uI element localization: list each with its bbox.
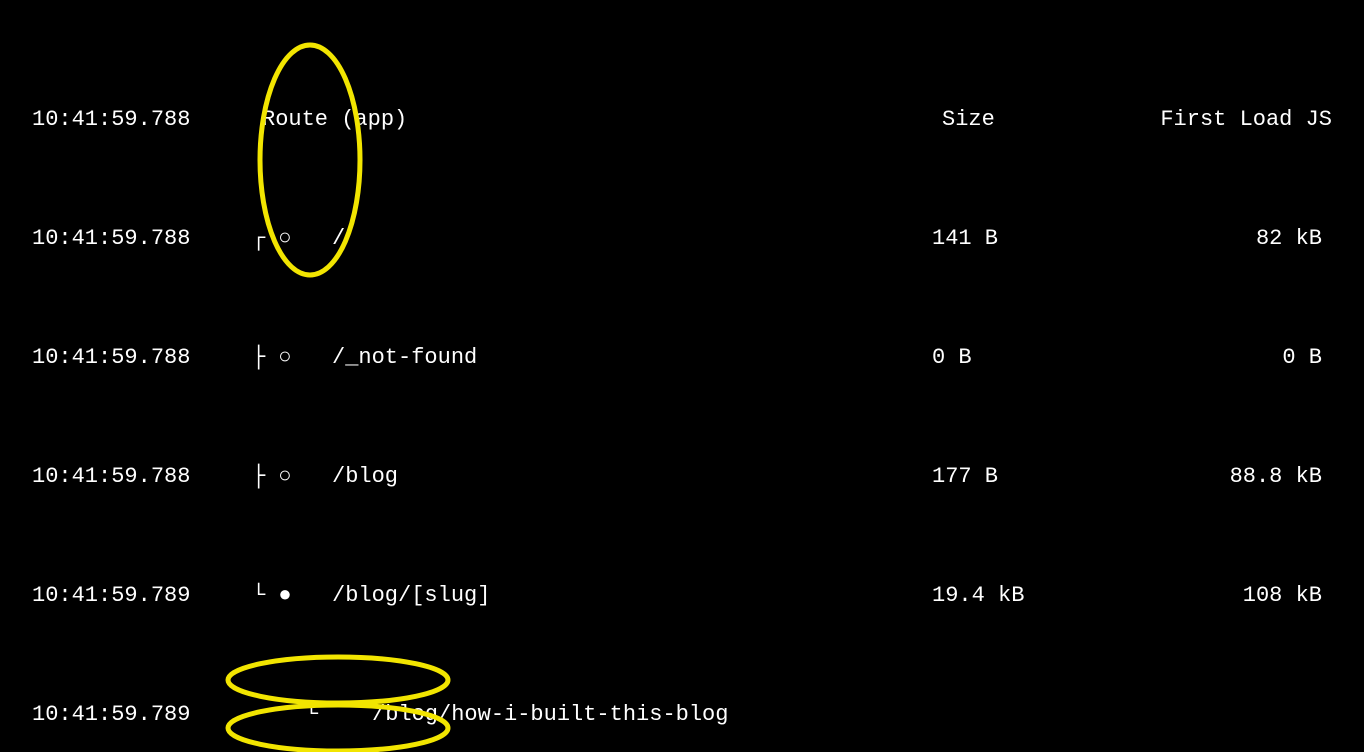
timestamp: 10:41:59.788 xyxy=(32,346,242,369)
route-child-row: 10:41:59.789 └ /blog/how-i-built-this-bl… xyxy=(32,703,1344,752)
route-size: 0 B xyxy=(932,346,1112,369)
route-fljs: 108 kB xyxy=(1112,584,1322,607)
timestamp: 10:41:59.789 xyxy=(32,584,242,607)
timestamp: 10:41:59.788 xyxy=(32,108,242,131)
route-row: 10:41:59.788 ┌ ○ / 141 B 82 kB xyxy=(32,227,1344,277)
route-row: 10:41:59.788 ├ ○ /blog 177 B 88.8 kB xyxy=(32,465,1344,515)
timestamp: 10:41:59.788 xyxy=(32,465,242,488)
route-size: 141 B xyxy=(932,227,1112,250)
route-fljs: 82 kB xyxy=(1112,227,1322,250)
route-row: 10:41:59.789 └ ● /blog/[slug] 19.4 kB 10… xyxy=(32,584,1344,634)
route-path: /blog/how-i-built-this-blog xyxy=(372,703,932,726)
route-path: /blog/[slug] xyxy=(332,584,932,607)
timestamp: 10:41:59.789 xyxy=(32,703,242,726)
routes-header-row: 10:41:59.788 Route (app) Size First Load… xyxy=(32,108,1344,158)
route-path: / xyxy=(332,227,932,250)
route-size: 177 B xyxy=(932,465,1112,488)
route-row: 10:41:59.788 ├ ○ /_not-found 0 B 0 B xyxy=(32,346,1344,396)
route-path: /blog xyxy=(332,465,932,488)
header-size: Size xyxy=(942,108,1122,131)
header-first-load-js: First Load JS xyxy=(1122,108,1332,131)
annotation-ellipse-icon xyxy=(228,657,448,703)
route-fljs: 0 B xyxy=(1112,346,1322,369)
header-route: Route (app) xyxy=(252,108,822,131)
route-path: /_not-found xyxy=(332,346,932,369)
route-fljs: 88.8 kB xyxy=(1112,465,1322,488)
timestamp: 10:41:59.788 xyxy=(32,227,242,250)
build-output-terminal: 10:41:59.788 Route (app) Size First Load… xyxy=(0,0,1364,752)
route-size: 19.4 kB xyxy=(932,584,1112,607)
